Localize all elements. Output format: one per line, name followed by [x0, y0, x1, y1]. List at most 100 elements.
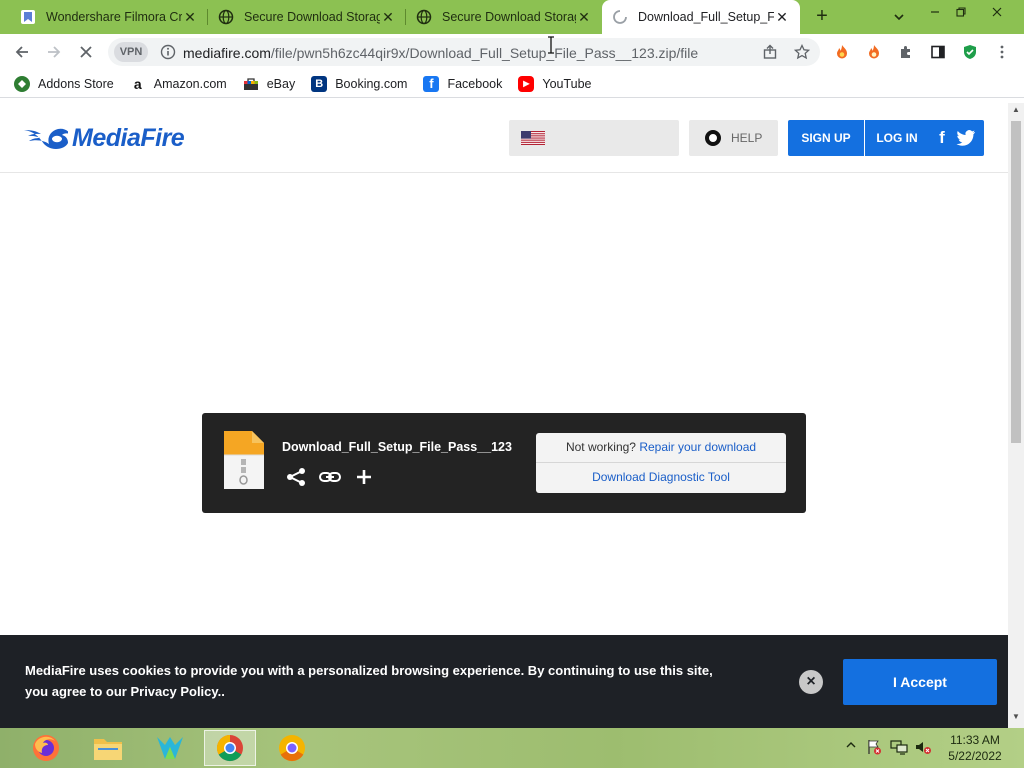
- stop-loading-icon[interactable]: [74, 40, 98, 64]
- facebook-login-icon[interactable]: f: [933, 129, 951, 147]
- filmora-icon: [157, 737, 183, 759]
- bookmark-star-icon[interactable]: [792, 42, 812, 62]
- browser-menu-icon[interactable]: [992, 42, 1012, 62]
- tab-close-icon[interactable]: ✕: [774, 9, 790, 26]
- accept-cookies-button[interactable]: I Accept: [843, 659, 997, 705]
- bookmark-label: Addons Store: [38, 76, 114, 91]
- mediafire-header: MediaFire HELP SIGN UP LOG IN f: [0, 103, 1008, 173]
- page-viewport: MediaFire HELP SIGN UP LOG IN f Download…: [0, 103, 1008, 728]
- tab-title: Secure Download Storag: [442, 10, 576, 24]
- site-info-icon[interactable]: [160, 44, 176, 60]
- bookmark-youtube[interactable]: ▶ YouTube: [518, 75, 592, 92]
- chrome-alt-icon: [279, 735, 305, 762]
- bookmark-amazon[interactable]: a Amazon.com: [130, 76, 227, 92]
- flame-extension-2-icon[interactable]: [864, 42, 884, 62]
- firefox-icon: [33, 735, 59, 761]
- repair-prefix: Not working?: [565, 440, 636, 454]
- url-text[interactable]: mediafire.com/file/pwn5h6zc44qir9x/Downl…: [183, 45, 698, 61]
- taskbar-filmora[interactable]: [144, 730, 196, 766]
- repair-download-link[interactable]: Repair your download: [639, 440, 756, 454]
- vpn-badge[interactable]: VPN: [114, 42, 148, 62]
- diagnostic-tool-link[interactable]: Download Diagnostic Tool: [536, 463, 786, 493]
- tray-network-icon[interactable]: [890, 739, 908, 758]
- taskbar-firefox[interactable]: [20, 730, 72, 766]
- sign-up-button[interactable]: SIGN UP: [788, 120, 864, 156]
- scroll-up-arrow-icon[interactable]: ▲: [1008, 105, 1024, 119]
- bookmark-label: eBay: [266, 76, 296, 91]
- log-in-button[interactable]: LOG IN: [868, 120, 926, 156]
- tab-close-icon[interactable]: ✕: [380, 9, 396, 26]
- tab-wondershare[interactable]: Wondershare Filmora Cra ✕: [10, 0, 208, 34]
- help-button[interactable]: HELP: [689, 120, 778, 156]
- minimize-icon[interactable]: [922, 3, 948, 21]
- wondershare-icon: [20, 9, 36, 25]
- share-icon[interactable]: [284, 467, 308, 487]
- bookmark-addons-store[interactable]: Addons Store: [14, 75, 114, 92]
- address-bar[interactable]: VPN mediafire.com/file/pwn5h6zc44qir9x/D…: [108, 38, 820, 66]
- file-actions: [284, 467, 386, 487]
- clock-date: 5/22/2022: [948, 749, 1002, 763]
- url-path: /file/pwn5h6zc44qir9x/Download_Full_Setu…: [270, 45, 699, 61]
- cookie-banner: MediaFire uses cookies to provide you wi…: [0, 635, 1008, 728]
- file-explorer-icon: [94, 739, 122, 760]
- us-flag-icon: [521, 131, 545, 145]
- tab-strip: Wondershare Filmora Cra ✕ Secure Downloa…: [0, 0, 1024, 34]
- loading-spinner-icon: [612, 9, 628, 25]
- auth-divider: [864, 120, 865, 156]
- file-name: Download_Full_Setup_File_Pass__123: [282, 440, 512, 454]
- facebook-icon: f: [423, 75, 440, 92]
- logo-text: MediaFire: [72, 123, 185, 152]
- taskbar-clock[interactable]: 11:33 AM 5/22/2022: [940, 732, 1010, 764]
- tab-search-chevron-icon[interactable]: [890, 8, 908, 26]
- tab-close-icon[interactable]: ✕: [576, 9, 592, 26]
- new-tab-button[interactable]: +: [810, 5, 834, 29]
- auth-bar: SIGN UP LOG IN f: [788, 120, 984, 156]
- back-arrow-icon[interactable]: [10, 40, 34, 64]
- forward-arrow-icon[interactable]: [42, 40, 66, 64]
- restore-icon[interactable]: [948, 3, 974, 21]
- copy-link-icon[interactable]: [318, 467, 342, 487]
- window-close-icon[interactable]: [984, 3, 1010, 21]
- tray-flag-warning-icon[interactable]: [866, 739, 882, 758]
- bookmark-label: Amazon.com: [153, 76, 227, 91]
- windows-taskbar: 11:33 AM 5/22/2022: [0, 728, 1024, 768]
- tray-expand-icon[interactable]: [846, 739, 856, 753]
- download-card: Download_Full_Setup_File_Pass__123 Not w…: [202, 413, 806, 513]
- tab-close-icon[interactable]: ✕: [182, 9, 198, 26]
- scroll-thumb[interactable]: [1011, 121, 1021, 443]
- bookmark-ebay[interactable]: eBay: [243, 76, 296, 92]
- tray-volume-muted-icon[interactable]: [914, 739, 932, 758]
- browser-toolbar: VPN mediafire.com/file/pwn5h6zc44qir9x/D…: [0, 34, 1024, 70]
- lifebuoy-icon: [705, 130, 721, 146]
- repair-row: Not working? Repair your download: [536, 433, 786, 463]
- tab-secure-download-1[interactable]: Secure Download Storag ✕: [208, 0, 406, 34]
- bookmark-booking[interactable]: B Booking.com: [311, 75, 407, 92]
- mediafire-flame-icon: [24, 128, 68, 149]
- shield-extension-icon[interactable]: [960, 42, 980, 62]
- bookmark-facebook[interactable]: f Facebook: [423, 75, 502, 92]
- add-to-account-icon[interactable]: [352, 467, 376, 487]
- flame-extension-icon[interactable]: [832, 42, 852, 62]
- ebay-icon: [243, 76, 259, 92]
- taskbar-chrome[interactable]: [204, 730, 256, 766]
- youtube-icon: ▶: [518, 75, 535, 92]
- cookie-message: MediaFire uses cookies to provide you wi…: [25, 663, 713, 699]
- language-selector[interactable]: [509, 120, 679, 156]
- mediafire-logo[interactable]: MediaFire: [24, 123, 185, 153]
- tab-title: Download_Full_Setup_Fil: [638, 10, 774, 24]
- tab-secure-download-2[interactable]: Secure Download Storag ✕: [406, 0, 602, 34]
- bookmarks-bar: Addons Store a Amazon.com eBay B Booking…: [0, 70, 1024, 98]
- share-page-icon[interactable]: [760, 42, 780, 62]
- extensions-puzzle-icon[interactable]: [896, 42, 916, 62]
- page-scrollbar[interactable]: ▲ ▼: [1008, 103, 1024, 728]
- taskbar-chrome-profile[interactable]: [266, 730, 318, 766]
- side-panel-icon[interactable]: [928, 42, 948, 62]
- tab-title: Wondershare Filmora Cra: [46, 10, 182, 24]
- cookie-close-icon[interactable]: ×: [799, 670, 823, 694]
- chrome-icon: [216, 734, 243, 762]
- twitter-login-icon[interactable]: [956, 129, 976, 147]
- tab-download-full-setup[interactable]: Download_Full_Setup_Fil ✕: [602, 0, 800, 34]
- taskbar-file-explorer[interactable]: [82, 730, 134, 766]
- scroll-down-arrow-icon[interactable]: ▼: [1008, 712, 1024, 726]
- text-cursor-icon: [548, 36, 554, 54]
